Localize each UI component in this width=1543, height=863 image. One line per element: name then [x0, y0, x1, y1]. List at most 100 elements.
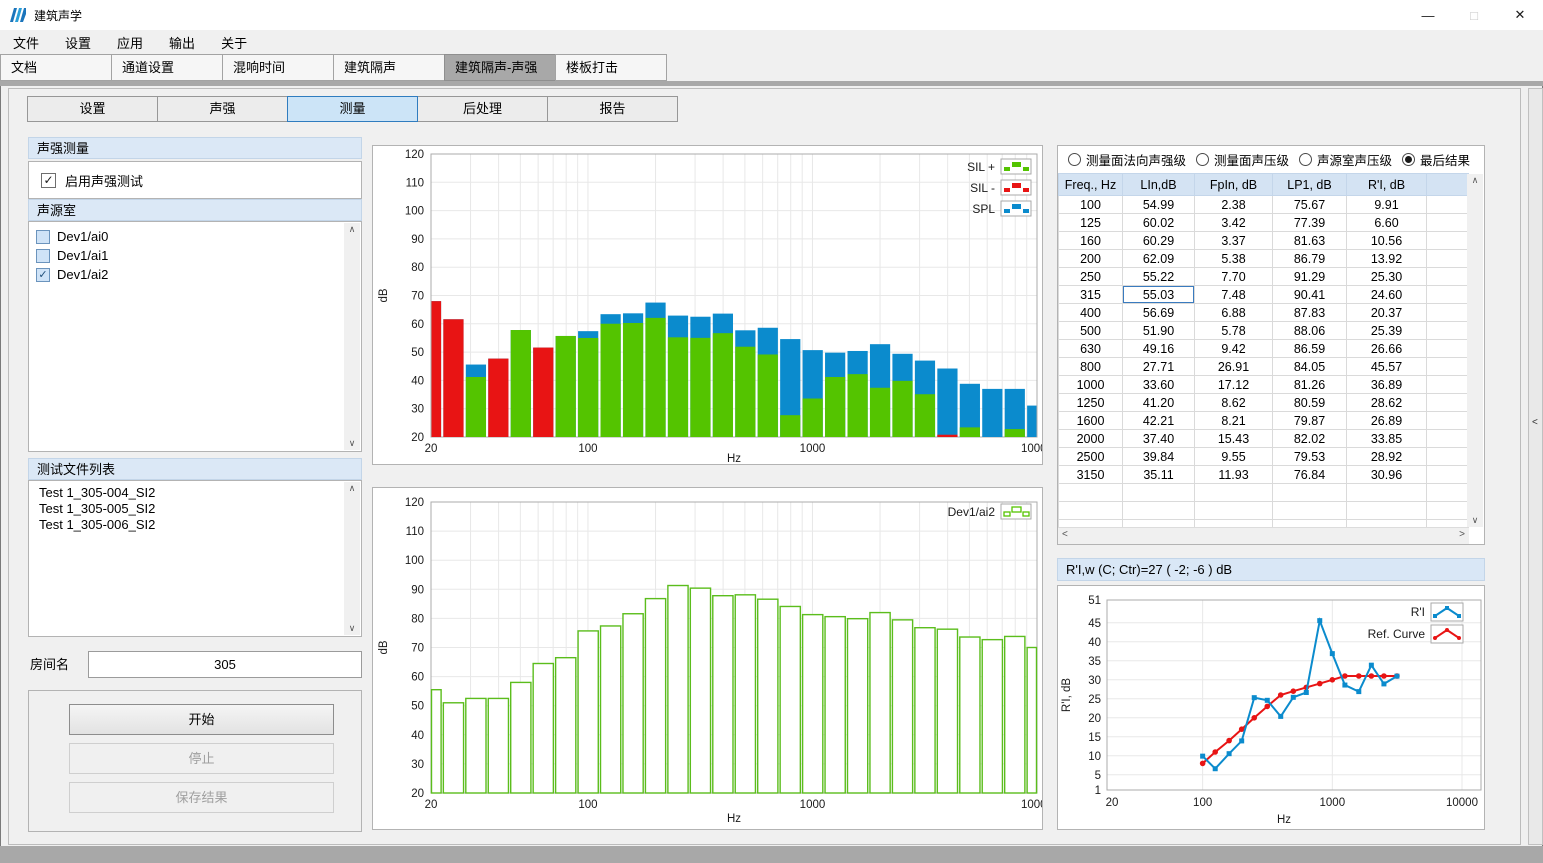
- table-cell[interactable]: 26.91: [1195, 358, 1273, 376]
- file-item[interactable]: Test 1_305-006_SI2: [29, 517, 361, 533]
- channel-checkbox[interactable]: ✓: [36, 268, 50, 282]
- main-tab[interactable]: 建筑隔声: [333, 54, 445, 81]
- table-cell[interactable]: 82.02: [1273, 430, 1347, 448]
- table-cell[interactable]: [1427, 484, 1470, 502]
- table-cell[interactable]: 62.09: [1123, 250, 1195, 268]
- save-results-button[interactable]: 保存结果: [69, 782, 334, 813]
- table-cell[interactable]: [1273, 502, 1347, 520]
- table-cell[interactable]: 5.38: [1195, 250, 1273, 268]
- table-cell[interactable]: 25.30: [1347, 268, 1427, 286]
- main-tab[interactable]: 文档: [0, 54, 112, 81]
- table-cell[interactable]: 26.66: [1347, 340, 1427, 358]
- table-cell[interactable]: 87.83: [1273, 304, 1347, 322]
- scrollbar-left-icon[interactable]: <: [1062, 529, 1068, 540]
- table-cell[interactable]: [1347, 502, 1427, 520]
- collapse-chevron-icon[interactable]: <: [1532, 417, 1538, 428]
- scrollbar-down-icon[interactable]: ∨: [344, 623, 360, 634]
- table-cell[interactable]: [1427, 196, 1470, 214]
- table-cell[interactable]: 91.29: [1273, 268, 1347, 286]
- table-cell[interactable]: 54.99: [1123, 196, 1195, 214]
- table-cell[interactable]: 76.84: [1273, 466, 1347, 484]
- table-cell[interactable]: 2.38: [1195, 196, 1273, 214]
- table-cell[interactable]: 400: [1059, 304, 1123, 322]
- table-cell[interactable]: 35.11: [1123, 466, 1195, 484]
- scrollbar-down-icon[interactable]: ∨: [1467, 515, 1483, 526]
- sub-tab[interactable]: 测量: [287, 96, 418, 122]
- table-cell[interactable]: 41.20: [1123, 394, 1195, 412]
- radio-icon[interactable]: [1299, 153, 1312, 166]
- table-cell[interactable]: 1000: [1059, 376, 1123, 394]
- stop-button[interactable]: 停止: [69, 743, 334, 774]
- channel-checkbox[interactable]: [36, 249, 50, 263]
- menu-item[interactable]: 应用: [104, 33, 156, 52]
- table-cell[interactable]: 28.92: [1347, 448, 1427, 466]
- sub-tab[interactable]: 后处理: [417, 96, 548, 122]
- menu-item[interactable]: 输出: [156, 33, 208, 52]
- file-item[interactable]: Test 1_305-005_SI2: [29, 501, 361, 517]
- table-cell[interactable]: 80.59: [1273, 394, 1347, 412]
- table-cell[interactable]: 84.05: [1273, 358, 1347, 376]
- table-cell[interactable]: [1427, 448, 1470, 466]
- sub-tab[interactable]: 报告: [547, 96, 678, 122]
- radio-icon[interactable]: [1196, 153, 1209, 166]
- table-cell[interactable]: 7.48: [1195, 286, 1273, 304]
- table-cell[interactable]: [1347, 484, 1427, 502]
- table-cell[interactable]: [1427, 430, 1470, 448]
- table-cell[interactable]: [1427, 250, 1470, 268]
- main-tab[interactable]: 通道设置: [111, 54, 223, 81]
- table-cell[interactable]: 2000: [1059, 430, 1123, 448]
- table-cell[interactable]: [1427, 304, 1470, 322]
- table-v-scrollbar[interactable]: ∧ ∨: [1467, 174, 1483, 527]
- table-cell[interactable]: 9.42: [1195, 340, 1273, 358]
- table-cell[interactable]: 8.62: [1195, 394, 1273, 412]
- table-cell[interactable]: 86.59: [1273, 340, 1347, 358]
- table-cell[interactable]: [1059, 484, 1123, 502]
- scrollbar-up-icon[interactable]: ∧: [344, 483, 360, 494]
- channel-item[interactable]: Dev1/ai1: [29, 246, 361, 265]
- table-cell[interactable]: [1195, 484, 1273, 502]
- table-cell[interactable]: 26.89: [1347, 412, 1427, 430]
- table-cell[interactable]: 160: [1059, 232, 1123, 250]
- table-cell[interactable]: [1427, 286, 1470, 304]
- table-cell[interactable]: 3.37: [1195, 232, 1273, 250]
- collapse-strip[interactable]: <: [1528, 88, 1543, 845]
- file-list-scrollbar[interactable]: ∧ ∨: [344, 482, 360, 635]
- table-cell[interactable]: 630: [1059, 340, 1123, 358]
- scrollbar-up-icon[interactable]: ∧: [344, 224, 360, 235]
- table-cell[interactable]: 500: [1059, 322, 1123, 340]
- main-tab[interactable]: 建筑隔声-声强: [444, 54, 556, 81]
- table-cell[interactable]: 51.90: [1123, 322, 1195, 340]
- table-cell[interactable]: [1427, 376, 1470, 394]
- enable-intensity-checkbox[interactable]: ✓: [41, 173, 56, 188]
- table-cell[interactable]: [1427, 412, 1470, 430]
- table-cell[interactable]: 39.84: [1123, 448, 1195, 466]
- table-cell[interactable]: 11.93: [1195, 466, 1273, 484]
- main-tab[interactable]: 楼板打击: [555, 54, 667, 81]
- table-cell[interactable]: 17.12: [1195, 376, 1273, 394]
- table-cell[interactable]: 27.71: [1123, 358, 1195, 376]
- scrollbar-up-icon[interactable]: ∧: [1467, 175, 1483, 186]
- table-cell[interactable]: 24.60: [1347, 286, 1427, 304]
- table-cell[interactable]: 55.22: [1123, 268, 1195, 286]
- table-cell[interactable]: 8.21: [1195, 412, 1273, 430]
- table-cell[interactable]: 6.88: [1195, 304, 1273, 322]
- radio-option[interactable]: 最后结果: [1402, 150, 1470, 169]
- main-tab[interactable]: 混响时间: [222, 54, 334, 81]
- table-cell[interactable]: 45.57: [1347, 358, 1427, 376]
- table-cell[interactable]: 10.56: [1347, 232, 1427, 250]
- table-cell[interactable]: 3150: [1059, 466, 1123, 484]
- table-cell[interactable]: 1600: [1059, 412, 1123, 430]
- table-cell[interactable]: 55.03: [1123, 286, 1195, 304]
- table-cell[interactable]: 100: [1059, 196, 1123, 214]
- table-cell[interactable]: [1427, 466, 1470, 484]
- table-cell[interactable]: [1123, 484, 1195, 502]
- table-cell[interactable]: 75.67: [1273, 196, 1347, 214]
- table-cell[interactable]: 250: [1059, 268, 1123, 286]
- start-button[interactable]: 开始: [69, 704, 334, 735]
- sub-tab[interactable]: 设置: [27, 96, 158, 122]
- scrollbar-right-icon[interactable]: >: [1459, 529, 1465, 540]
- table-cell[interactable]: [1123, 502, 1195, 520]
- table-cell[interactable]: [1427, 394, 1470, 412]
- radio-option[interactable]: 声源室声压级: [1299, 150, 1392, 169]
- radio-icon[interactable]: [1402, 153, 1415, 166]
